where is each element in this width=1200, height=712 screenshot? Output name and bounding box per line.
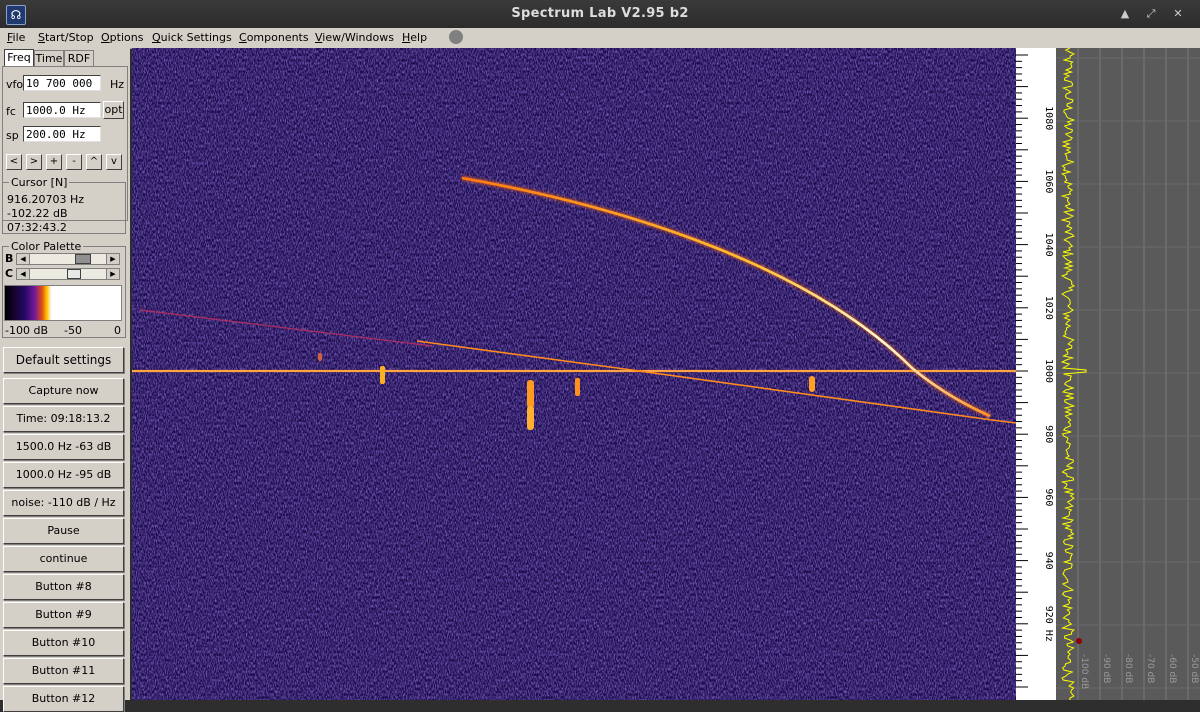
tab-rdf[interactable]: RDF bbox=[64, 50, 94, 66]
contrast-slider[interactable]: ◀ ▶ bbox=[16, 268, 120, 280]
menu-options[interactable]: Options bbox=[101, 31, 143, 44]
frequency-scale[interactable]: 1080 1060 1040 1020 1000 980 960 940 920 Hz bbox=[1016, 48, 1056, 700]
ping-marker bbox=[318, 353, 322, 361]
menu-file[interactable]: File bbox=[7, 31, 25, 44]
frequency-label: 980 bbox=[1043, 425, 1054, 443]
time-button[interactable]: Time: 09:18:13.2 bbox=[3, 406, 124, 432]
step-left-button[interactable]: < bbox=[6, 154, 22, 170]
button-11[interactable]: Button #11 bbox=[3, 658, 124, 684]
spectrum-db-label: -70 dB bbox=[1145, 654, 1155, 683]
pause-button[interactable]: Pause bbox=[3, 518, 124, 544]
frequency-label: 1080 bbox=[1043, 106, 1054, 130]
sp-label: sp bbox=[6, 129, 19, 142]
frequency-label: 960 bbox=[1043, 488, 1054, 506]
color-palette-bar bbox=[4, 285, 122, 321]
frequency-label: 920 Hz bbox=[1043, 606, 1054, 642]
palette-mid-label: -50 bbox=[64, 324, 82, 337]
arrow-right-icon[interactable]: ▶ bbox=[106, 269, 119, 279]
tab-time[interactable]: Time bbox=[34, 50, 64, 66]
contrast-label: C bbox=[5, 267, 14, 280]
arrow-left-icon[interactable]: ◀ bbox=[17, 254, 30, 264]
ping-marker bbox=[575, 378, 580, 396]
button-12[interactable]: Button #12 bbox=[3, 686, 124, 712]
menu-components[interactable]: Components bbox=[239, 31, 309, 44]
fc-label: fc bbox=[6, 105, 16, 118]
brightness-thumb[interactable] bbox=[75, 254, 91, 264]
continue-button[interactable]: continue bbox=[3, 546, 124, 572]
cursor-marker bbox=[1076, 638, 1082, 644]
tab-freq[interactable]: Freq bbox=[4, 49, 34, 67]
opt-button[interactable]: opt bbox=[103, 101, 124, 119]
vfo-input[interactable]: 10 700 000 bbox=[23, 75, 101, 91]
spectrum-db-label: -90 dB bbox=[1101, 654, 1111, 683]
ping-marker bbox=[380, 366, 385, 384]
spectrum-display[interactable]: -100 dB-90 dB-80 dB-70 dB-60 dB-50 dB-40… bbox=[1056, 48, 1200, 700]
waterfall-canvas bbox=[132, 48, 1016, 700]
menu-help[interactable]: Help bbox=[402, 31, 427, 44]
frequency-label: 1020 bbox=[1043, 296, 1054, 320]
step-down-button[interactable]: v bbox=[106, 154, 122, 170]
frequency-label: 1040 bbox=[1043, 233, 1054, 257]
title-bar[interactable]: ☊ Spectrum Lab V2.95 b2 ▲ ⤢ ✕ bbox=[0, 0, 1200, 28]
ping-marker bbox=[527, 380, 534, 408]
brightness-slider[interactable]: ◀ ▶ bbox=[16, 253, 120, 265]
status-indicator bbox=[449, 30, 463, 44]
zoom-out-button[interactable]: - bbox=[66, 154, 82, 170]
spectrum-canvas: -100 dB-90 dB-80 dB-70 dB-60 dB-50 dB-40… bbox=[1056, 48, 1200, 700]
frequency-label: 1000 bbox=[1043, 359, 1054, 383]
step-up-button[interactable]: ^ bbox=[86, 154, 102, 170]
window-title: Spectrum Lab V2.95 b2 bbox=[511, 6, 689, 21]
arrow-right-icon[interactable]: ▶ bbox=[106, 254, 119, 264]
sp-input[interactable]: 200.00 Hz bbox=[23, 126, 101, 142]
fc-input[interactable]: 1000.0 Hz bbox=[23, 102, 101, 118]
menu-start-stop[interactable]: Start/Stop bbox=[38, 31, 94, 44]
cursor-frequency: 916.20703 Hz bbox=[7, 193, 85, 206]
vfo-label: vfo bbox=[6, 78, 24, 91]
default-settings-button[interactable]: Default settings bbox=[3, 347, 124, 373]
step-right-button[interactable]: > bbox=[26, 154, 42, 170]
cursor-group: Cursor [N] 916.20703 Hz -102.22 dB 07:32… bbox=[2, 176, 126, 234]
frequency-label: 1060 bbox=[1043, 169, 1054, 193]
arrow-left-icon[interactable]: ◀ bbox=[17, 269, 30, 279]
spectrum-db-label: -50 dB bbox=[1189, 654, 1199, 683]
frequency-scale-canvas: 1080 1060 1040 1020 1000 980 960 940 920 Hz bbox=[1016, 54, 1054, 688]
brightness-label: B bbox=[5, 252, 14, 265]
cursor-level: -102.22 dB bbox=[7, 207, 68, 220]
palette-title: Color Palette bbox=[9, 240, 84, 253]
palette-max-label: 0 bbox=[114, 324, 121, 337]
button-10[interactable]: Button #10 bbox=[3, 630, 124, 656]
spectrum-db-label: -80 dB bbox=[1123, 654, 1133, 683]
cursor-title: Cursor [N] bbox=[9, 176, 70, 189]
restore-icon[interactable]: ⤢ bbox=[1143, 6, 1159, 22]
palette-min-label: -100 dB bbox=[5, 324, 48, 337]
button-9[interactable]: Button #9 bbox=[3, 602, 124, 628]
waterfall-noise bbox=[132, 48, 1016, 700]
contrast-thumb[interactable] bbox=[67, 269, 81, 279]
cursor-time: 07:32:43.2 bbox=[7, 221, 67, 234]
spectrum-db-label: -60 dB bbox=[1167, 654, 1177, 683]
minimize-icon[interactable]: ▲ bbox=[1117, 6, 1133, 22]
waterfall-display[interactable] bbox=[132, 48, 1016, 700]
menu-bar: File Start/Stop Options Quick Settings C… bbox=[0, 28, 1200, 49]
spectrum-db-label: -100 dB bbox=[1079, 654, 1089, 689]
peak-1000-button[interactable]: 1000.0 Hz -95 dB bbox=[3, 462, 124, 488]
capture-now-button[interactable]: Capture now bbox=[3, 378, 124, 404]
menu-view-windows[interactable]: View/Windows bbox=[315, 31, 394, 44]
button-8[interactable]: Button #8 bbox=[3, 574, 124, 600]
menu-quick-settings[interactable]: Quick Settings bbox=[152, 31, 232, 44]
peak-1500-button[interactable]: 1500.0 Hz -63 dB bbox=[3, 434, 124, 460]
vfo-unit: Hz bbox=[110, 78, 125, 91]
ping-marker bbox=[809, 376, 815, 392]
ping-marker bbox=[527, 406, 534, 430]
spectrum-trace bbox=[1060, 48, 1087, 700]
zoom-in-button[interactable]: + bbox=[46, 154, 62, 170]
control-panel: Freq Time RDF vfo 10 700 000 Hz fc 1000.… bbox=[0, 48, 130, 712]
frequency-label: 940 bbox=[1043, 552, 1054, 570]
close-icon[interactable]: ✕ bbox=[1170, 6, 1186, 22]
noise-button[interactable]: noise: -110 dB / Hz bbox=[3, 490, 124, 516]
